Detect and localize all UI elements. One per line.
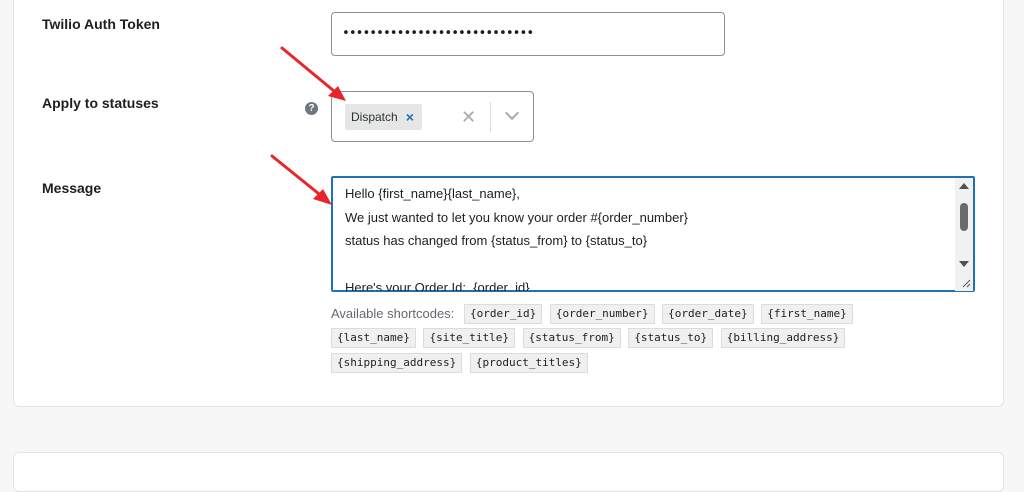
resize-grip-icon[interactable] [961, 278, 971, 288]
available-shortcodes: Available shortcodes: {order_id} {order_… [331, 302, 891, 376]
next-settings-card [13, 452, 1004, 492]
shortcode-tag: {status_to} [628, 328, 714, 349]
textarea-scrollbar[interactable] [955, 178, 973, 291]
select-divider [490, 102, 491, 132]
scroll-up-icon[interactable] [959, 183, 969, 189]
shortcode-tag: {first_name} [761, 303, 853, 324]
annotation-arrow-icon [280, 46, 346, 101]
chip-remove-icon[interactable]: × [406, 104, 414, 130]
message-line: Hello {first_name}{last_name}, [345, 186, 520, 201]
scroll-thumb[interactable] [960, 203, 968, 231]
scroll-down-icon[interactable] [959, 261, 969, 267]
statuses-label: Apply to statuses [42, 95, 159, 111]
chevron-down-icon[interactable] [504, 105, 520, 121]
auth-token-label: Twilio Auth Token [42, 16, 160, 32]
shortcodes-label: Available shortcodes: [331, 306, 455, 321]
message-label: Message [42, 180, 102, 196]
shortcode-tag: {shipping_address} [331, 352, 463, 373]
shortcode-tag: {billing_address} [720, 328, 846, 349]
message-line: We just wanted to let you know your orde… [345, 209, 689, 225]
shortcode-tag: {last_name} [331, 328, 416, 349]
message-textarea[interactable]: Hello {first_name}{last_name}, We just wa… [331, 176, 975, 292]
shortcode-tag: {status_from} [522, 328, 621, 349]
auth-token-input[interactable]: •••••••••••••••••••••••••••• [331, 12, 725, 56]
annotation-arrow-icon [270, 154, 332, 205]
shortcode-tag: {product_titles} [469, 352, 588, 373]
shortcode-tag: {site_title} [423, 328, 515, 349]
shortcode-tag: {order_date} [662, 303, 754, 324]
message-line [345, 253, 688, 277]
message-line: Here's your Order Id: {order_id} [345, 280, 530, 292]
statuses-select[interactable]: Dispatch × ✕ [331, 91, 534, 142]
message-line: status has changed from {status_from} to… [345, 233, 648, 248]
shortcode-tag: {order_number} [549, 303, 655, 324]
shortcode-tag: {order_id} [463, 303, 543, 324]
clear-selection-icon[interactable]: ✕ [461, 104, 476, 130]
message-text: Hello {first_name}{last_name}, We just wa… [345, 182, 689, 292]
